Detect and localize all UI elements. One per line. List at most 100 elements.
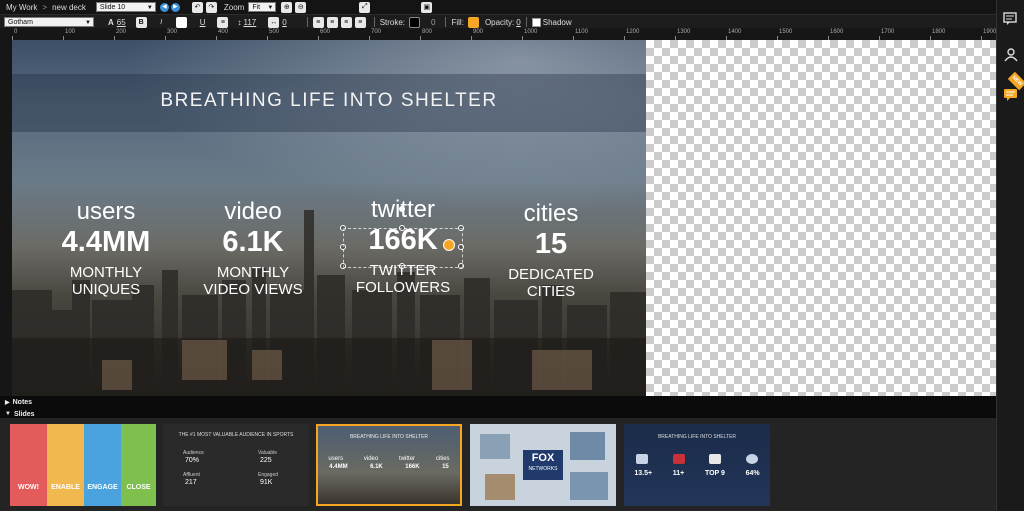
rotate-handle[interactable] — [399, 206, 405, 212]
font-select[interactable]: Gotham ▼ — [4, 17, 94, 27]
ruler-mark: 300 — [167, 29, 178, 35]
ruler-mark: 1400 — [728, 29, 742, 35]
notes-label: Notes — [12, 398, 33, 406]
resize-handle[interactable] — [458, 263, 464, 269]
slide-thumbnail[interactable]: BREATHING LIFE INTO SHELTER 13.5+ 11+ TO… — [624, 424, 770, 506]
thumb-title: THE #1 MOST VALUABLE AUDIENCE IN SPORTS — [178, 432, 294, 438]
fox-networks-logo: FOX NETWORKS — [523, 450, 563, 480]
fit-icon[interactable]: ⤢ — [359, 1, 371, 13]
resize-handle[interactable] — [340, 244, 346, 250]
flag-icon — [709, 454, 722, 464]
shadow-label: Shadow — [542, 17, 572, 27]
breadcrumb-root[interactable]: My Work — [6, 3, 37, 12]
stat-word: cities — [523, 200, 579, 227]
text-color-swatch[interactable] — [175, 16, 187, 28]
prev-slide-icon[interactable]: ◀ — [159, 2, 169, 12]
opacity-value[interactable]: 0 — [516, 18, 520, 27]
font-size-value[interactable]: 65 — [117, 18, 126, 27]
slide-thumbnail-active[interactable]: BREATHING LIFE INTO SHELTER users video … — [316, 424, 462, 506]
stat-caption: UNIQUES — [71, 281, 141, 298]
text-align-center-icon[interactable]: ≡ — [326, 16, 338, 28]
slide-thumbnail[interactable]: THE #1 MOST VALUABLE AUDIENCE IN SPORTS … — [163, 424, 309, 506]
zoom-in-icon[interactable]: ⊕ — [281, 1, 293, 13]
present-icon[interactable]: ▣ — [421, 1, 433, 13]
ruler-mark: 1000 — [524, 29, 538, 35]
breadcrumb-deck[interactable]: new deck — [52, 3, 86, 12]
ruler-mark: 0 — [14, 29, 18, 35]
comment-icon[interactable] — [1003, 88, 1019, 102]
resize-handle[interactable] — [458, 244, 464, 250]
ruler-mark: 700 — [371, 29, 382, 35]
text-align-left-icon[interactable]: ≡ — [312, 16, 324, 28]
opacity-label: Opacity: — [484, 17, 515, 27]
redo-icon[interactable]: ↷ — [205, 1, 217, 13]
patriots-icon — [672, 454, 685, 464]
stroke-value[interactable]: 0 — [431, 18, 435, 27]
slide-select[interactable]: Slide 10 ▼ — [95, 2, 156, 12]
shadow-checkbox[interactable] — [531, 17, 541, 27]
resize-handle[interactable] — [340, 225, 346, 231]
ruler-mark: 1700 — [881, 29, 895, 35]
line-height-icon: ↕ — [237, 17, 242, 27]
slide-title[interactable]: BREATHING LIFE INTO SHELTER — [12, 90, 646, 112]
align-left-icon[interactable]: ≡ — [217, 16, 229, 28]
networks-label: NETWORKS — [528, 466, 558, 472]
undo-icon[interactable]: ↶ — [191, 1, 203, 13]
ruler-mark: 900 — [473, 29, 484, 35]
thumb-label: 64% — [745, 470, 760, 477]
font-size-icon: A — [108, 17, 114, 27]
stat-caption: FOLLOWERS — [355, 279, 451, 296]
slide-thumbnail[interactable]: FOX NETWORKS — [470, 424, 616, 506]
chat-list-icon[interactable] — [1003, 12, 1019, 26]
thumb-label: 70% — [185, 457, 200, 464]
people-icon[interactable] — [1003, 48, 1019, 62]
resize-handle[interactable] — [458, 225, 464, 231]
letter-spacing-icon[interactable]: ↔ — [268, 16, 280, 28]
slide-select-value: Slide 10 — [99, 4, 126, 11]
resize-handle[interactable] — [399, 225, 405, 231]
line-height-value[interactable]: 117 — [243, 18, 256, 27]
letter-spacing-value[interactable]: 0 — [282, 18, 286, 27]
fill-color-swatch[interactable] — [467, 16, 479, 28]
ruler-mark: 400 — [218, 29, 229, 35]
text-align-right-icon[interactable]: ≡ — [340, 16, 352, 28]
stroke-label: Stroke: — [379, 17, 406, 27]
thumb-label: TOP 9 — [704, 470, 725, 477]
stat-video[interactable]: video 6.1K MONTHLY VIDEO VIEWS — [183, 198, 323, 298]
fox-label: FOX — [531, 452, 555, 464]
underline-button[interactable]: U — [200, 18, 206, 27]
stat-word: video — [224, 198, 282, 225]
ruler-mark: 100 — [65, 29, 76, 35]
zoom-select[interactable]: Fit ▼ — [248, 2, 277, 12]
ruler-mark: 1500 — [779, 29, 793, 35]
ruler-mark: 1100 — [575, 29, 588, 35]
stat-number: 6.1K — [222, 226, 284, 258]
slide-thumbnails: WOW! ENABLE ENGAGE CLOSE THE #1 MOST VAL… — [0, 418, 996, 511]
stat-users[interactable]: users 4.4MM MONTHLY UNIQUES — [36, 198, 176, 298]
thumb-label: 225 — [260, 457, 272, 464]
stroke-color-swatch[interactable] — [409, 16, 421, 28]
next-slide-icon[interactable]: ▶ — [170, 2, 180, 12]
ruler-mark: 1600 — [830, 29, 844, 35]
slide-thumbnail[interactable]: WOW! ENABLE ENGAGE CLOSE — [10, 424, 156, 506]
thumb-label: 6.1K — [370, 464, 383, 470]
stat-cities[interactable]: cities 15 DEDICATED CITIES — [481, 200, 621, 300]
transparent-area — [646, 40, 996, 396]
stat-number: 4.4MM — [61, 226, 151, 258]
ruler-mark: 1900 — [983, 29, 997, 35]
bold-button[interactable]: B — [135, 16, 147, 28]
resize-handle[interactable] — [399, 263, 405, 269]
text-align-justify-icon[interactable]: ≡ — [354, 16, 366, 28]
italic-button[interactable]: I — [156, 17, 167, 28]
slide-canvas[interactable]: BREATHING LIFE INTO SHELTER users 4.4MM … — [12, 40, 646, 396]
slides-label: Slides — [13, 410, 35, 418]
thumb-label: WOW! — [18, 484, 39, 491]
thumb-label: 217 — [185, 479, 197, 486]
thumb-label: 15 — [442, 464, 449, 470]
zoom-out-icon[interactable]: ⊖ — [295, 1, 307, 13]
thumb-label: 4.4MM — [329, 464, 348, 470]
fill-label: Fill: — [451, 17, 464, 27]
resize-handle[interactable] — [340, 263, 346, 269]
notes-section[interactable]: ▶ Notes — [0, 396, 996, 408]
comment-marker-icon[interactable] — [443, 239, 455, 251]
